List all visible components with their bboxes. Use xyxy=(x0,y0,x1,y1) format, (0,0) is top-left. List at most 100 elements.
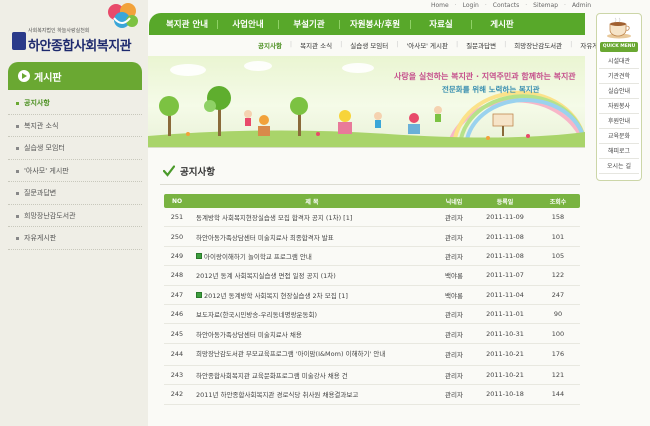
column-header-date: 등록일 xyxy=(496,198,514,206)
util-link-admin[interactable]: Admin xyxy=(572,2,591,9)
row-title-link[interactable]: 보도자료(한국시민방송-우리동네명랑운동회) xyxy=(190,309,434,319)
row-number: 249 xyxy=(170,251,184,260)
row-writer: 관리자 xyxy=(445,330,463,339)
quick-item-directions[interactable]: 오시는 길 xyxy=(599,159,639,174)
image-attachment-icon xyxy=(196,252,202,259)
heart-logo-icon xyxy=(108,3,138,28)
page-title: 공지사항 xyxy=(180,167,215,178)
banner-slogan-1: 사랑을 실천하는 복지관 · 지역주민과 함께하는 복지관 xyxy=(394,72,576,81)
sub-nav-notice[interactable]: 공지사항 xyxy=(258,40,282,50)
column-header-writer: 닉네임 xyxy=(445,198,463,206)
row-title-link[interactable]: 희망장난감도서관 부모교육프로그램 '아이맘(I&Mom) 이해하기' 안내 xyxy=(190,350,434,358)
utility-links: Home · Login · Contacts · Sitemap · Admi… xyxy=(431,2,591,9)
left-menu-item-free-board[interactable]: 자유게시판 xyxy=(8,227,142,250)
left-menu-item-asamo[interactable]: '아사모' 게시판 xyxy=(8,160,142,182)
table-row[interactable]: 245 하안아동가족상담센터 미술치료사 채용 관리자 2011-10-31 100 xyxy=(164,324,580,344)
checkmark-icon xyxy=(163,165,175,177)
row-date: 2011-11-07 xyxy=(486,271,524,280)
sub-nav-news[interactable]: 복지관 소식 xyxy=(300,40,332,50)
row-title-link[interactable]: 아이랑이해하기 놀이학교 프로그램 안내 xyxy=(190,251,434,261)
table-row[interactable]: 249 아이랑이해하기 놀이학교 프로그램 안내 관리자 2011-11-08 105 xyxy=(164,247,580,267)
row-number: 250 xyxy=(170,232,184,241)
quick-item-happylog[interactable]: 해피로그 xyxy=(599,144,639,159)
nav-item-about[interactable]: 복지관 안내 xyxy=(157,18,217,30)
util-link-sitemap[interactable]: Sitemap xyxy=(533,2,558,9)
column-header-title: 제 목 xyxy=(305,198,319,206)
row-writer: 관리자 xyxy=(445,214,463,223)
row-writer: 관리자 xyxy=(445,311,463,320)
row-number: 244 xyxy=(170,350,184,359)
main-navigation: 복지관 안내 사업안내 부설기관 자원봉사/후원 자료실 게시판 xyxy=(149,13,585,35)
row-title-link[interactable]: 2012년 동계방학 사회복지 현장실습생 2차 모집 [1] xyxy=(190,290,434,300)
left-menu-item-notice[interactable]: 공지사항 xyxy=(8,92,142,115)
left-menu-item-qna[interactable]: 질문과답변 xyxy=(8,182,142,205)
row-writer: 백야롱 xyxy=(445,272,463,281)
quick-item-education[interactable]: 교육문화 xyxy=(599,129,639,144)
util-link-login[interactable]: Login xyxy=(463,2,479,9)
util-link-home[interactable]: Home xyxy=(431,2,449,9)
util-link-contacts[interactable]: Contacts xyxy=(493,2,519,9)
sub-nav-asamo[interactable]: '아사모' 게시판 xyxy=(406,40,448,50)
sub-nav-divider: | xyxy=(455,40,459,48)
left-menu-item-toy-library[interactable]: 희망장난감도서관 xyxy=(8,205,142,227)
util-separator: · xyxy=(454,2,457,9)
nav-item-volunteer[interactable]: 자원봉사/후원 xyxy=(340,18,410,30)
row-writer: 관리자 xyxy=(445,351,463,360)
row-writer: 관리자 xyxy=(445,233,463,242)
row-views: 144 xyxy=(551,390,565,399)
sub-nav-divider: | xyxy=(396,40,399,48)
row-number: 242 xyxy=(170,390,184,399)
sub-navigation: 공지사항 | 복지관 소식 | 실습생 모임터 | '아사모' 게시판 | 질문… xyxy=(258,40,610,50)
banner-slogan-2: 전문화를 위해 노력하는 복지관 xyxy=(442,85,540,94)
quick-item-tour[interactable]: 기관견학 xyxy=(599,69,639,84)
row-number: 246 xyxy=(170,310,184,319)
table-row[interactable]: 243 하안종합사회복지관 교육문화프로그램 미술강사 채용 건 관리자 2011-1… xyxy=(164,366,580,386)
row-title-link[interactable]: 하안종합사회복지관 교육문화프로그램 미술강사 채용 건 xyxy=(190,370,434,380)
table-row[interactable]: 251 동계방학 사회복지현장실습생 모집 합격자 공지 (1차) [1] 관리자 2… xyxy=(164,208,580,228)
row-number: 251 xyxy=(170,213,184,222)
row-title-link[interactable]: 2012년 동계 사회복지실습생 면접 일정 공지 (1차) xyxy=(190,270,434,280)
title-divider xyxy=(160,184,580,185)
left-menu-item-news[interactable]: 복지관 소식 xyxy=(8,115,142,137)
nav-item-affiliates[interactable]: 부설기관 xyxy=(279,18,339,30)
logo-subtitle: 사회복지법인 하늘사랑실천회 xyxy=(28,28,90,34)
nav-item-resources[interactable]: 자료실 xyxy=(411,18,471,30)
image-attachment-icon xyxy=(196,291,202,298)
row-date: 2011-11-08 xyxy=(486,251,524,260)
sub-nav-interns[interactable]: 실습생 모임터 xyxy=(350,40,388,50)
quick-item-volunteer[interactable]: 자원봉사 xyxy=(599,99,639,114)
row-title-link[interactable]: 동계방학 사회복지현장실습생 모집 합격자 공지 (1차) [1] xyxy=(190,212,434,222)
row-title-link[interactable]: 하안아동가족상담센터 미술치료사 최종합격자 발표 xyxy=(190,232,434,242)
quick-item-donation[interactable]: 후원안내 xyxy=(599,114,639,129)
left-menu-item-interns[interactable]: 실습생 모임터 xyxy=(8,137,142,160)
nav-item-programs[interactable]: 사업안내 xyxy=(218,18,278,30)
row-number: 248 xyxy=(170,271,184,280)
table-row[interactable]: 242 2011년 하안종합사회복지관 경로식당 취사원 채용결과보고 관리자 201… xyxy=(164,385,580,405)
row-views: 101 xyxy=(551,232,565,241)
row-title-text: 하안아동가족상담센터 미술치료사 최종합격자 발표 xyxy=(196,233,334,242)
table-row[interactable]: 248 2012년 동계 사회복지실습생 면접 일정 공지 (1차) 백야롱 2011… xyxy=(164,266,580,286)
site-logo[interactable]: 사회복지법인 하늘사랑실천회 하안종합사회복지관 xyxy=(8,2,148,54)
left-menu-list: 공지사항 복지관 소식 실습생 모임터 '아사모' 게시판 질문과답변 희망장난… xyxy=(8,92,142,250)
sub-nav-qna[interactable]: 질문과답변 xyxy=(466,40,496,50)
board-header-row: NO 제 목 닉네임 등록일 조회수 xyxy=(164,194,580,208)
table-row[interactable]: 244 희망장난감도서관 부모교육프로그램 '아이맘(I&Mom) 이해하기' 안… xyxy=(164,344,580,366)
table-row[interactable]: 250 하안아동가족상담센터 미술치료사 최종합격자 발표 관리자 2011-11-0… xyxy=(164,227,580,247)
sub-nav-toy-library[interactable]: 희망장난감도서관 xyxy=(514,40,562,50)
table-row[interactable]: 246 보도자료(한국시민방송-우리동네명랑운동회) 관리자 2011-11-01 90 xyxy=(164,305,580,325)
coffee-cup-icon xyxy=(607,17,631,39)
nav-item-board[interactable]: 게시판 xyxy=(472,18,532,30)
notice-board: NO 제 목 닉네임 등록일 조회수 251 동계방학 사회복지현장실습생 모집 … xyxy=(164,194,580,405)
board-rows: 251 동계방학 사회복지현장실습생 모집 합격자 공지 (1차) [1] 관리자 2… xyxy=(164,208,580,405)
arrow-circle-icon xyxy=(18,70,30,82)
sub-nav-divider: | xyxy=(504,40,507,48)
row-views: 90 xyxy=(553,310,563,319)
row-date: 2011-10-21 xyxy=(486,350,524,359)
row-title-link[interactable]: 하안아동가족상담센터 미술치료사 채용 xyxy=(190,329,434,339)
table-row[interactable]: 247 2012년 동계방학 사회복지 현장실습생 2차 모집 [1] 백야롱 201… xyxy=(164,286,580,305)
quick-item-internship[interactable]: 실습안내 xyxy=(599,84,639,99)
row-title-link[interactable]: 2011년 하안종합사회복지관 경로식당 취사원 채용결과보고 xyxy=(190,389,434,399)
sub-nav-divider: | xyxy=(570,40,573,48)
banner-illustration xyxy=(148,61,585,147)
quick-item-facility-rental[interactable]: 시설대관 xyxy=(599,54,639,69)
